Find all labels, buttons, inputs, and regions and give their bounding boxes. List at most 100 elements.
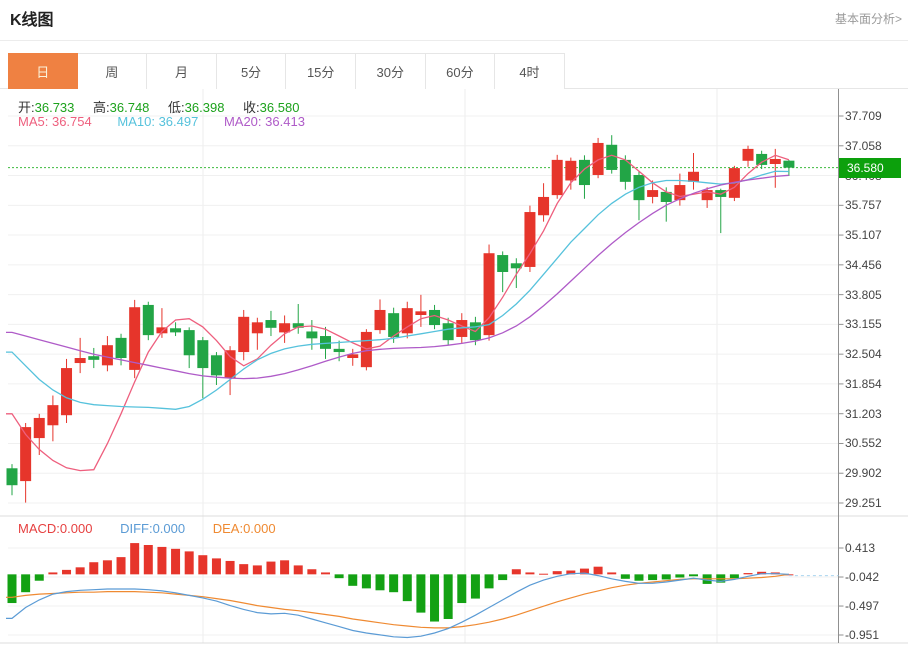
candle-body xyxy=(47,405,58,425)
candle-body xyxy=(306,331,317,338)
candle-body xyxy=(375,310,386,330)
macd-bar xyxy=(198,555,207,574)
dea-label: DEA: xyxy=(213,521,243,536)
candle-body xyxy=(647,190,658,197)
page-title: K线图 xyxy=(10,6,54,30)
period-tabs: 日周月5分15分30分60分4时 xyxy=(8,53,908,89)
candle-body xyxy=(252,322,263,333)
candle-body xyxy=(783,161,794,168)
axis-tick-label: -0.497 xyxy=(845,598,905,614)
macd-bar xyxy=(594,567,603,575)
macd-bar xyxy=(675,574,684,577)
candle-body xyxy=(443,323,454,340)
candle-body xyxy=(497,255,508,272)
macd-bar xyxy=(498,574,507,580)
macd-bar xyxy=(321,572,330,574)
macd-bar xyxy=(280,560,289,574)
dea-value: 0.000 xyxy=(243,521,276,536)
candle-body xyxy=(565,161,576,181)
candle-body xyxy=(552,160,563,195)
tab-15分[interactable]: 15分 xyxy=(286,53,356,89)
candle-body xyxy=(61,368,72,415)
close-label: 收: xyxy=(243,100,260,115)
high-value: 36.748 xyxy=(110,100,150,115)
ma-readout: MA5: 36.754 MA10: 36.497 MA20: 36.413 xyxy=(18,114,327,129)
macd-bar xyxy=(348,574,357,585)
macd-bar xyxy=(35,574,44,580)
candle-body xyxy=(75,358,86,363)
low-value: 36.398 xyxy=(185,100,225,115)
macd-bar xyxy=(662,574,671,579)
candle-body xyxy=(415,311,426,315)
candle-body xyxy=(770,159,781,164)
axis-tick-label: 0.413 xyxy=(845,540,905,556)
macd-bar xyxy=(89,562,98,574)
macd-bar xyxy=(539,574,548,575)
macd-bar xyxy=(689,574,698,576)
axis-tick-label: 34.456 xyxy=(845,257,905,273)
candle-body xyxy=(7,468,18,485)
macd-bar xyxy=(239,564,248,574)
axis-tick-label: 33.805 xyxy=(845,287,905,303)
macd-bar xyxy=(76,567,85,574)
tab-30分[interactable]: 30分 xyxy=(356,53,426,89)
macd-bar xyxy=(553,571,562,574)
macd-bar xyxy=(416,574,425,612)
candle-body xyxy=(320,336,331,349)
macd-bar xyxy=(444,574,453,619)
tab-日[interactable]: 日 xyxy=(8,53,78,89)
candle-body xyxy=(743,149,754,161)
ma5-label: MA5: xyxy=(18,114,48,129)
macd-label: MACD: xyxy=(18,521,60,536)
macd-bar xyxy=(212,558,221,574)
macd-bar xyxy=(185,551,194,574)
macd-bar xyxy=(730,574,739,578)
axis-tick-label: 31.203 xyxy=(845,406,905,422)
macd-bar xyxy=(525,572,534,574)
tab-5分[interactable]: 5分 xyxy=(217,53,287,89)
macd-bar xyxy=(8,574,17,603)
macd-bar xyxy=(403,574,412,601)
open-value: 36.733 xyxy=(35,100,75,115)
macd-bar xyxy=(362,574,371,588)
macd-bar xyxy=(157,547,166,574)
macd-value: 0.000 xyxy=(60,521,93,536)
macd-bar xyxy=(457,574,466,603)
axis-tick-label: 31.854 xyxy=(845,376,905,392)
axis-tick-label: 29.251 xyxy=(845,495,905,511)
candle-body xyxy=(211,355,222,375)
macd-bar xyxy=(471,574,480,598)
tab-周[interactable]: 周 xyxy=(78,53,148,89)
ma10-label: MA10: xyxy=(117,114,155,129)
candle-body xyxy=(606,145,617,170)
candle-body xyxy=(170,328,181,332)
tab-60分[interactable]: 60分 xyxy=(426,53,496,89)
tab-月[interactable]: 月 xyxy=(147,53,217,89)
period-tabbar: 日周月5分15分30分60分4时 xyxy=(0,53,908,89)
axis-tick-label: 29.902 xyxy=(845,465,905,481)
tab-4时[interactable]: 4时 xyxy=(495,53,565,89)
low-label: 低: xyxy=(168,100,185,115)
axis-tick-label: -0.951 xyxy=(845,627,905,643)
macd-bar xyxy=(512,569,521,574)
ma20-value: 36.413 xyxy=(265,114,305,129)
macd-bar xyxy=(117,557,126,574)
close-value: 36.580 xyxy=(260,100,300,115)
fundamental-analysis-link[interactable]: 基本面分析> xyxy=(835,10,902,27)
candle-body xyxy=(688,172,699,182)
axis-tick-label: 37.709 xyxy=(845,108,905,124)
macd-bar xyxy=(130,543,139,574)
current-price-label: 36.580 xyxy=(839,158,901,178)
macd-bar xyxy=(171,549,180,575)
macd-bar xyxy=(266,562,275,575)
macd-bar xyxy=(430,574,439,621)
macd-readout: MACD:0.000 DIFF:0.000 DEA:0.000 xyxy=(18,521,300,536)
macd-bar xyxy=(621,574,630,578)
macd-bar xyxy=(307,569,316,574)
axis-tick-label: 32.504 xyxy=(845,346,905,362)
candle-body xyxy=(265,320,276,328)
diff-label: DIFF: xyxy=(120,521,153,536)
axis-tick-label: 30.552 xyxy=(845,435,905,451)
candle-body xyxy=(279,323,290,332)
axis-tick-label: 35.757 xyxy=(845,197,905,213)
